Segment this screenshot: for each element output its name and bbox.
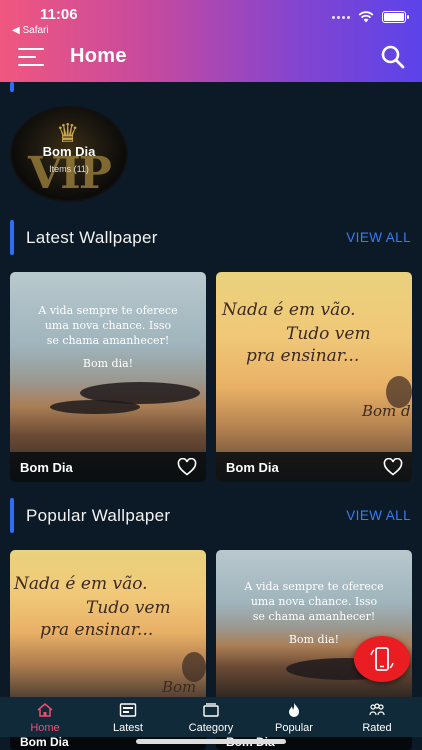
wallpaper-quote-line: pra ensinar... <box>246 346 360 366</box>
category-name: Bom Dia <box>42 144 96 159</box>
wallpaper-card[interactable]: Nada é em vão. Tudo vem pra ensinar... B… <box>10 550 206 700</box>
nav-popular[interactable]: Popular <box>253 697 335 737</box>
nav-label: Home <box>30 722 60 734</box>
home-icon <box>37 703 53 717</box>
wallpaper-quote: A vida sempre te oferece uma nova chance… <box>38 304 178 370</box>
battery-icon <box>382 11 409 23</box>
heart-icon[interactable] <box>383 458 403 476</box>
nav-label: Rated <box>362 722 392 734</box>
wallpaper-signature: Bom d <box>362 402 411 420</box>
card-footer: Bom Dia <box>216 452 412 482</box>
wallpaper-card[interactable]: A vida sempre te oferece uma nova chance… <box>10 272 206 482</box>
wallpaper-card[interactable]: Nada é em vão. Tudo vem pra ensinar... B… <box>216 272 412 482</box>
back-to-safari-link[interactable]: ◀ Safari <box>12 25 49 36</box>
search-icon[interactable] <box>380 44 406 70</box>
fire-icon <box>289 703 299 717</box>
wallpaper-quote-line: pra ensinar... <box>40 620 154 640</box>
latest-view-all-link[interactable]: VIEW ALL <box>346 230 411 245</box>
wallpaper-signature: Bom <box>162 678 197 696</box>
popular-view-all-link[interactable]: VIEW ALL <box>346 508 411 523</box>
menu-button[interactable] <box>18 48 46 66</box>
heart-icon[interactable] <box>177 458 197 476</box>
phone-rotate-icon <box>370 647 394 671</box>
nav-label: Latest <box>113 722 143 734</box>
nav-label: Popular <box>275 722 313 734</box>
set-wallpaper-fab[interactable] <box>354 636 410 682</box>
wallpaper-name: Bom Dia <box>226 459 279 475</box>
wallpaper-quote-line: Tudo vem <box>286 324 371 344</box>
status-icons <box>332 11 409 23</box>
wallpaper-name: Bom Dia <box>20 459 73 475</box>
category-icon <box>203 703 219 717</box>
wallpaper-quote-line: Nada é em vão. <box>222 300 356 320</box>
wallpaper-quote-line: Nada é em vão. <box>14 574 148 594</box>
section-accent <box>10 82 14 92</box>
section-accent <box>10 498 14 533</box>
wallpaper-name: Bom Dia <box>20 735 69 749</box>
latest-section-title: Latest Wallpaper <box>26 228 158 247</box>
status-time: 11:06 <box>40 6 78 23</box>
bottom-nav: Home Latest Category Popular Rated <box>0 697 422 737</box>
nav-rated[interactable]: Rated <box>336 697 418 737</box>
popular-section-title: Popular Wallpaper <box>26 506 171 525</box>
category-item-count: Items (11) <box>49 164 89 174</box>
page-title: Home <box>70 45 127 67</box>
signal-icon <box>332 15 350 19</box>
nav-home[interactable]: Home <box>4 697 86 737</box>
nav-category[interactable]: Category <box>170 697 252 737</box>
rated-icon <box>369 703 385 716</box>
nav-latest[interactable]: Latest <box>87 697 169 737</box>
wallpaper-quote-line: Tudo vem <box>86 598 171 618</box>
home-indicator <box>136 739 286 744</box>
wifi-icon <box>358 11 374 23</box>
app-header: 11:06 ◀ Safari Home <box>0 0 422 82</box>
latest-icon <box>119 703 137 717</box>
card-footer: Bom Dia <box>10 452 206 482</box>
section-accent <box>10 220 14 255</box>
category-bom-dia[interactable]: ♛ VIP Bom Dia Items (11) <box>10 106 128 202</box>
nav-label: Category <box>188 722 234 734</box>
